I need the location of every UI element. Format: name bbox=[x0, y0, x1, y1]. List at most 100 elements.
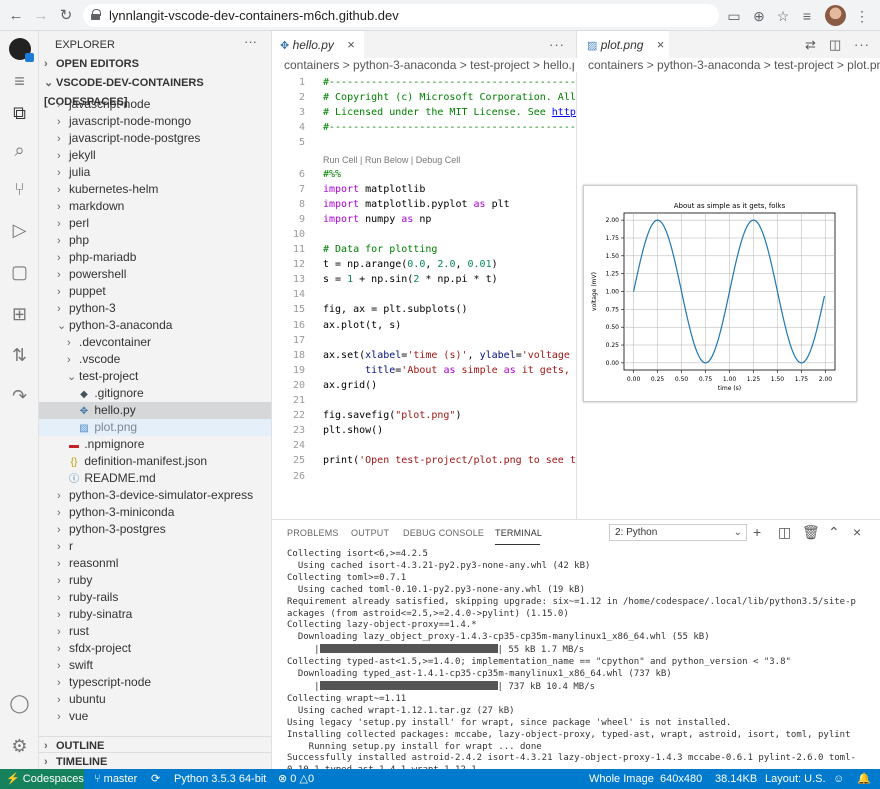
code-line[interactable]: t = np.arange(0.0, 2.0, 0.01) bbox=[323, 259, 498, 270]
add-icon[interactable]: ⊕ bbox=[749, 6, 769, 26]
keyboard-layout[interactable]: Layout: U.S. bbox=[765, 769, 826, 789]
forward-icon[interactable]: → bbox=[31, 6, 51, 26]
tree-item[interactable]: ⌄ test-project bbox=[39, 368, 271, 385]
workspace-section[interactable]: ⌄ VSCODE-DEV-CONTAINERS [CODESPACES] bbox=[39, 74, 271, 108]
code-line[interactable]: import numpy as np bbox=[323, 214, 431, 225]
code-line[interactable]: title='About as simple as it gets, folks… bbox=[323, 365, 576, 376]
maximize-panel-icon[interactable]: ⌃ bbox=[828, 524, 840, 541]
preview-breadcrumb[interactable]: containers > python-3-anaconda > test-pr… bbox=[588, 58, 880, 72]
panel-tab-problems[interactable]: PROBLEMS bbox=[287, 528, 339, 538]
tree-item[interactable]: › php-mariadb bbox=[39, 249, 271, 266]
tree-item[interactable]: › javascript-node bbox=[39, 96, 271, 113]
url-text[interactable]: lynnlangit-vscode-dev-containers-m6ch.gi… bbox=[109, 8, 399, 23]
notifications-bell-icon[interactable]: 🔔 bbox=[857, 769, 871, 789]
tree-item[interactable]: ▨ plot.png bbox=[39, 419, 271, 436]
live-share-icon[interactable]: ↷ bbox=[7, 384, 32, 409]
split-terminal-icon[interactable]: ◫ bbox=[778, 524, 791, 541]
editor-more-icon[interactable]: ··· bbox=[549, 37, 565, 52]
feedback-icon[interactable]: ☺ bbox=[833, 769, 844, 789]
run-debug-icon[interactable]: ▷ bbox=[7, 218, 32, 243]
tree-item[interactable]: › vue bbox=[39, 708, 271, 725]
code-line[interactable]: fig.savefig("plot.png") bbox=[323, 410, 462, 421]
tree-item[interactable]: › rust bbox=[39, 623, 271, 640]
code-line[interactable]: print('Open test-project/plot.png to see… bbox=[323, 455, 576, 466]
explorer-icon[interactable]: ⧉ bbox=[7, 101, 32, 126]
tree-item[interactable]: ▬ .npmignore bbox=[39, 436, 271, 453]
tree-item[interactable]: › reasonml bbox=[39, 555, 271, 572]
tab-plot-png[interactable]: ▨ plot.png × bbox=[577, 31, 669, 58]
editor-breadcrumb[interactable]: containers > python-3-anaconda > test-pr… bbox=[284, 58, 574, 72]
tree-item[interactable]: › julia bbox=[39, 164, 271, 181]
code-line[interactable]: # Copyright (c) Microsoft Corporation. A… bbox=[323, 92, 576, 103]
clipboard-icon[interactable]: ▭ bbox=[724, 6, 744, 26]
code-line[interactable]: #---------------------------------------… bbox=[323, 77, 576, 88]
back-icon[interactable]: ← bbox=[6, 6, 26, 26]
tab-hello-py[interactable]: ✥ hello.py × bbox=[272, 31, 364, 58]
tree-item[interactable]: {} definition-manifest.json bbox=[39, 453, 271, 470]
tree-item[interactable]: › puppet bbox=[39, 283, 271, 300]
settings-gear-icon[interactable]: ⚙ bbox=[7, 734, 32, 759]
close-icon[interactable]: × bbox=[657, 37, 665, 52]
tree-item[interactable]: › kubernetes-helm bbox=[39, 181, 271, 198]
close-panel-icon[interactable]: × bbox=[853, 524, 861, 541]
code-line[interactable]: # Licensed under the MIT License. See ht… bbox=[323, 107, 576, 118]
code-line[interactable]: #%% bbox=[323, 169, 341, 180]
compare-icon[interactable]: ⇄ bbox=[805, 37, 817, 53]
code-line[interactable]: ax.plot(t, s) bbox=[323, 320, 401, 331]
python-interpreter[interactable]: Python 3.5.3 64-bit bbox=[174, 769, 266, 789]
close-icon[interactable]: × bbox=[347, 37, 355, 52]
code-line[interactable]: #---------------------------------------… bbox=[323, 122, 576, 133]
reload-icon[interactable]: ↻ bbox=[56, 6, 76, 26]
panel-tab-output[interactable]: OUTPUT bbox=[351, 528, 389, 538]
tree-item[interactable]: ⌄ python-3-anaconda bbox=[39, 317, 271, 334]
address-bar[interactable]: lynnlangit-vscode-dev-containers-m6ch.gi… bbox=[83, 4, 719, 27]
code-line[interactable]: ax.grid() bbox=[323, 380, 377, 391]
code-editor[interactable]: 1 #--------------------------------------… bbox=[272, 72, 576, 520]
tree-item[interactable]: › ubuntu bbox=[39, 691, 271, 708]
tree-item[interactable]: › perl bbox=[39, 215, 271, 232]
new-terminal-icon[interactable]: + bbox=[753, 524, 761, 541]
tree-item[interactable]: ◆ .gitignore bbox=[39, 385, 271, 402]
branch-status[interactable]: ⑂ master bbox=[94, 769, 137, 789]
image-zoom[interactable]: Whole Image bbox=[589, 769, 654, 789]
remote-indicator[interactable]: ⚡ Codespaces bbox=[0, 769, 84, 789]
sync-icon[interactable]: ⟳ bbox=[151, 769, 160, 789]
timeline-section[interactable]: › TIMELINE bbox=[39, 752, 271, 769]
panel-tab-terminal[interactable]: TERMINAL bbox=[495, 528, 542, 538]
terminal-output[interactable]: Collecting isort<6,>=4.2.5 Using cached … bbox=[287, 549, 872, 789]
kebab-menu-icon[interactable]: ⋮ bbox=[852, 6, 872, 26]
tree-item[interactable]: › python-3-postgres bbox=[39, 521, 271, 538]
tree-item[interactable]: › jekyll bbox=[39, 147, 271, 164]
menu-icon[interactable]: ≡ bbox=[7, 69, 32, 94]
tree-item[interactable]: › sfdx-project bbox=[39, 640, 271, 657]
code-line[interactable]: fig, ax = plt.subplots() bbox=[323, 304, 468, 315]
tree-item[interactable]: › swift bbox=[39, 657, 271, 674]
tree-item[interactable]: › ruby bbox=[39, 572, 271, 589]
problems-status[interactable]: ⊗ 0 △0 bbox=[278, 769, 314, 789]
tree-item[interactable]: › python-3-miniconda bbox=[39, 504, 271, 521]
tree-item[interactable]: › javascript-node-mongo bbox=[39, 113, 271, 130]
extensions-icon[interactable]: ⊞ bbox=[7, 302, 32, 327]
panel-tab-debug-console[interactable]: DEBUG CONSOLE bbox=[403, 528, 484, 538]
tree-item[interactable]: ⓘ README.md bbox=[39, 470, 271, 487]
tree-item[interactable]: › ruby-sinatra bbox=[39, 606, 271, 623]
trash-icon[interactable]: 🗑 bbox=[802, 524, 820, 541]
code-line[interactable]: import matplotlib bbox=[323, 184, 425, 195]
search-icon[interactable]: ⌕ bbox=[7, 138, 32, 163]
source-control-icon[interactable]: ⑂ bbox=[7, 177, 32, 202]
code-line[interactable]: s = 1 + np.sin(2 * np.pi * t) bbox=[323, 274, 498, 285]
code-line[interactable]: plt.show() bbox=[323, 425, 383, 436]
reading-list-icon[interactable]: ≡ bbox=[797, 6, 817, 26]
tree-item[interactable]: › .devcontainer bbox=[39, 334, 271, 351]
open-editors-section[interactable]: › OPEN EDITORS bbox=[39, 55, 271, 74]
pull-requests-icon[interactable]: ⇅ bbox=[7, 343, 32, 368]
code-line[interactable]: import matplotlib.pyplot as plt bbox=[323, 199, 510, 210]
code-line[interactable]: ax.set(xlabel='time (s)', ylabel='voltag… bbox=[323, 350, 576, 361]
tree-item[interactable]: › javascript-node-postgres bbox=[39, 130, 271, 147]
terminal-select[interactable]: 2: Python ⌄ bbox=[609, 524, 747, 541]
tree-item[interactable]: ✥ hello.py bbox=[39, 402, 271, 419]
tree-item[interactable]: › python-3 bbox=[39, 300, 271, 317]
tree-item[interactable]: › ruby-rails bbox=[39, 589, 271, 606]
star-icon[interactable]: ☆ bbox=[773, 6, 793, 26]
code-line[interactable]: # Data for plotting bbox=[323, 244, 437, 255]
